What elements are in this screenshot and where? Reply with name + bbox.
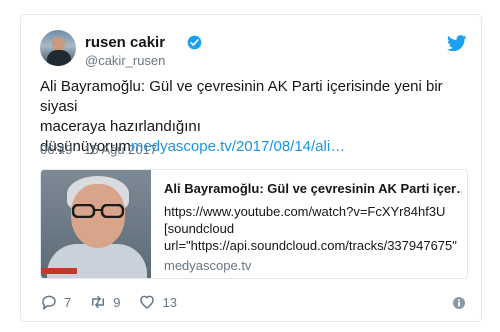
link-card-description: https://www.youtube.com/watch?v=FcXYr84h… (164, 203, 464, 254)
retweet-count: 9 (113, 294, 121, 310)
tweet-text-line: maceraya hazırlandığını (40, 118, 201, 135)
twitter-bird-icon[interactable] (447, 35, 467, 52)
thumb-caption-bar (41, 268, 77, 274)
reply-button[interactable]: 7 (40, 293, 71, 311)
avatar-body (47, 50, 71, 66)
link-preview-card[interactable]: Ali Bayramoğlu: Gül ve çevresinin AK Par… (40, 169, 468, 279)
link-card-title: Ali Bayramoğlu: Gül ve çevresinin AK Par… (164, 181, 462, 196)
like-button[interactable]: 13 (138, 293, 177, 311)
display-name[interactable]: rusen cakir (85, 34, 165, 51)
retweet-button[interactable]: 9 (89, 293, 120, 311)
verified-badge-icon (187, 35, 202, 50)
link-card-description-line: https://www.youtube.com/watch?v=FcXYr84h… (164, 204, 446, 219)
retweet-icon (92, 296, 105, 308)
user-handle[interactable]: @cakir_rusen (85, 53, 165, 68)
reply-count: 7 (64, 294, 72, 310)
tweet-timestamp[interactable]: 06:49 - 15 Ağu 2017 (40, 142, 157, 157)
tweet-actions: 7 9 13 (40, 293, 195, 311)
avatar[interactable] (40, 30, 76, 66)
reply-icon (42, 295, 56, 310)
link-card-domain: medyascope.tv (164, 258, 252, 273)
link-thumbnail (41, 170, 151, 278)
link-card-description-line: [soundcloud (164, 221, 235, 236)
heart-icon (140, 295, 155, 309)
tweet-card: rusen cakir @cakir_rusen Ali Bayramoğlu:… (20, 14, 482, 322)
info-icon[interactable] (453, 297, 465, 309)
tweet-text-line: Ali Bayramoğlu: Gül ve çevresinin AK Par… (40, 78, 443, 115)
tweet-link[interactable]: medyascope.tv/2017/08/14/ali… (131, 138, 345, 155)
like-count: 13 (162, 294, 177, 310)
link-card-description-line: url="https://api.soundcloud.com/tracks/3… (164, 238, 457, 253)
thumb-glasses (72, 204, 124, 218)
avatar-head (52, 37, 65, 51)
